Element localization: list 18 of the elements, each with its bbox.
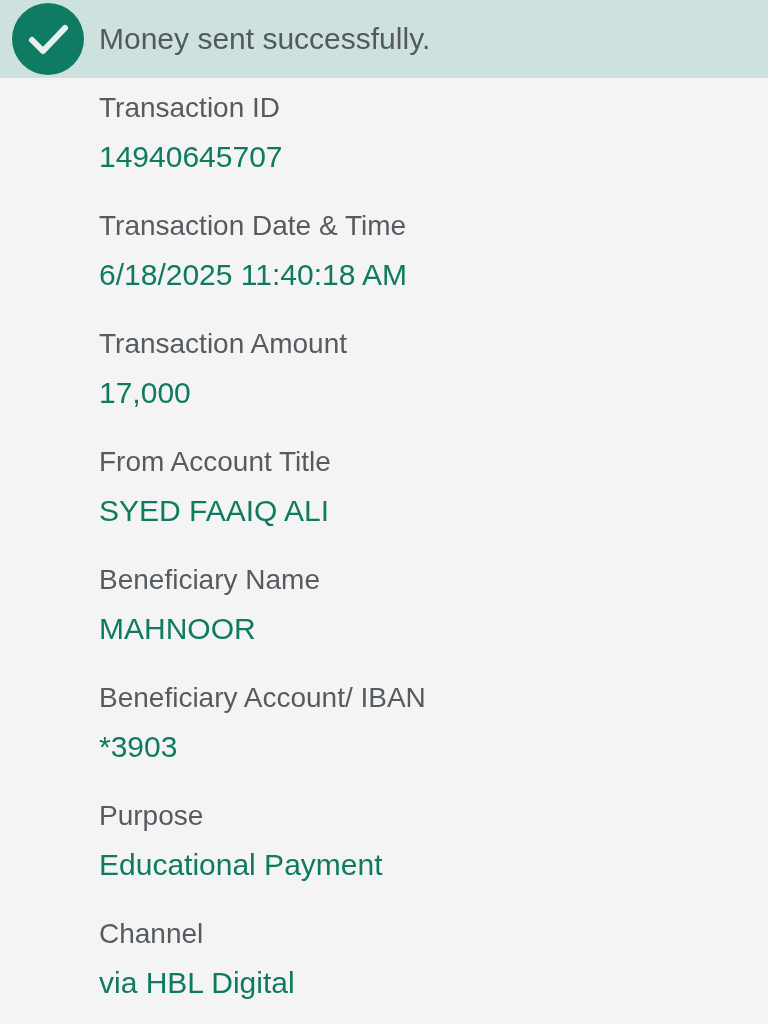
field-label: Beneficiary Account/ IBAN [99, 681, 426, 715]
field-value: *3903 [99, 729, 178, 765]
field-label: Transaction ID [99, 91, 281, 125]
field-label: Channel [99, 917, 204, 951]
success-message: Money sent successfully. [99, 21, 431, 57]
field-value: 6/18/2025 11:40:18 AM [99, 257, 408, 293]
field-label: From Account Title [99, 445, 331, 479]
field-value: SYED FAAIQ ALI [99, 493, 330, 529]
field-value: via HBL Digital [99, 965, 295, 1001]
field-value: 14940645707 [99, 139, 283, 175]
field-label: Purpose [99, 799, 204, 833]
checkmark-icon [12, 3, 84, 75]
field-value: Educational Payment [99, 847, 383, 883]
field-value: MAHNOOR [99, 611, 256, 647]
field-value: 17,000 [99, 375, 191, 411]
field-label: Transaction Amount [99, 327, 347, 361]
field-label: Transaction Date & Time [99, 209, 407, 243]
field-label: Beneficiary Name [99, 563, 320, 597]
